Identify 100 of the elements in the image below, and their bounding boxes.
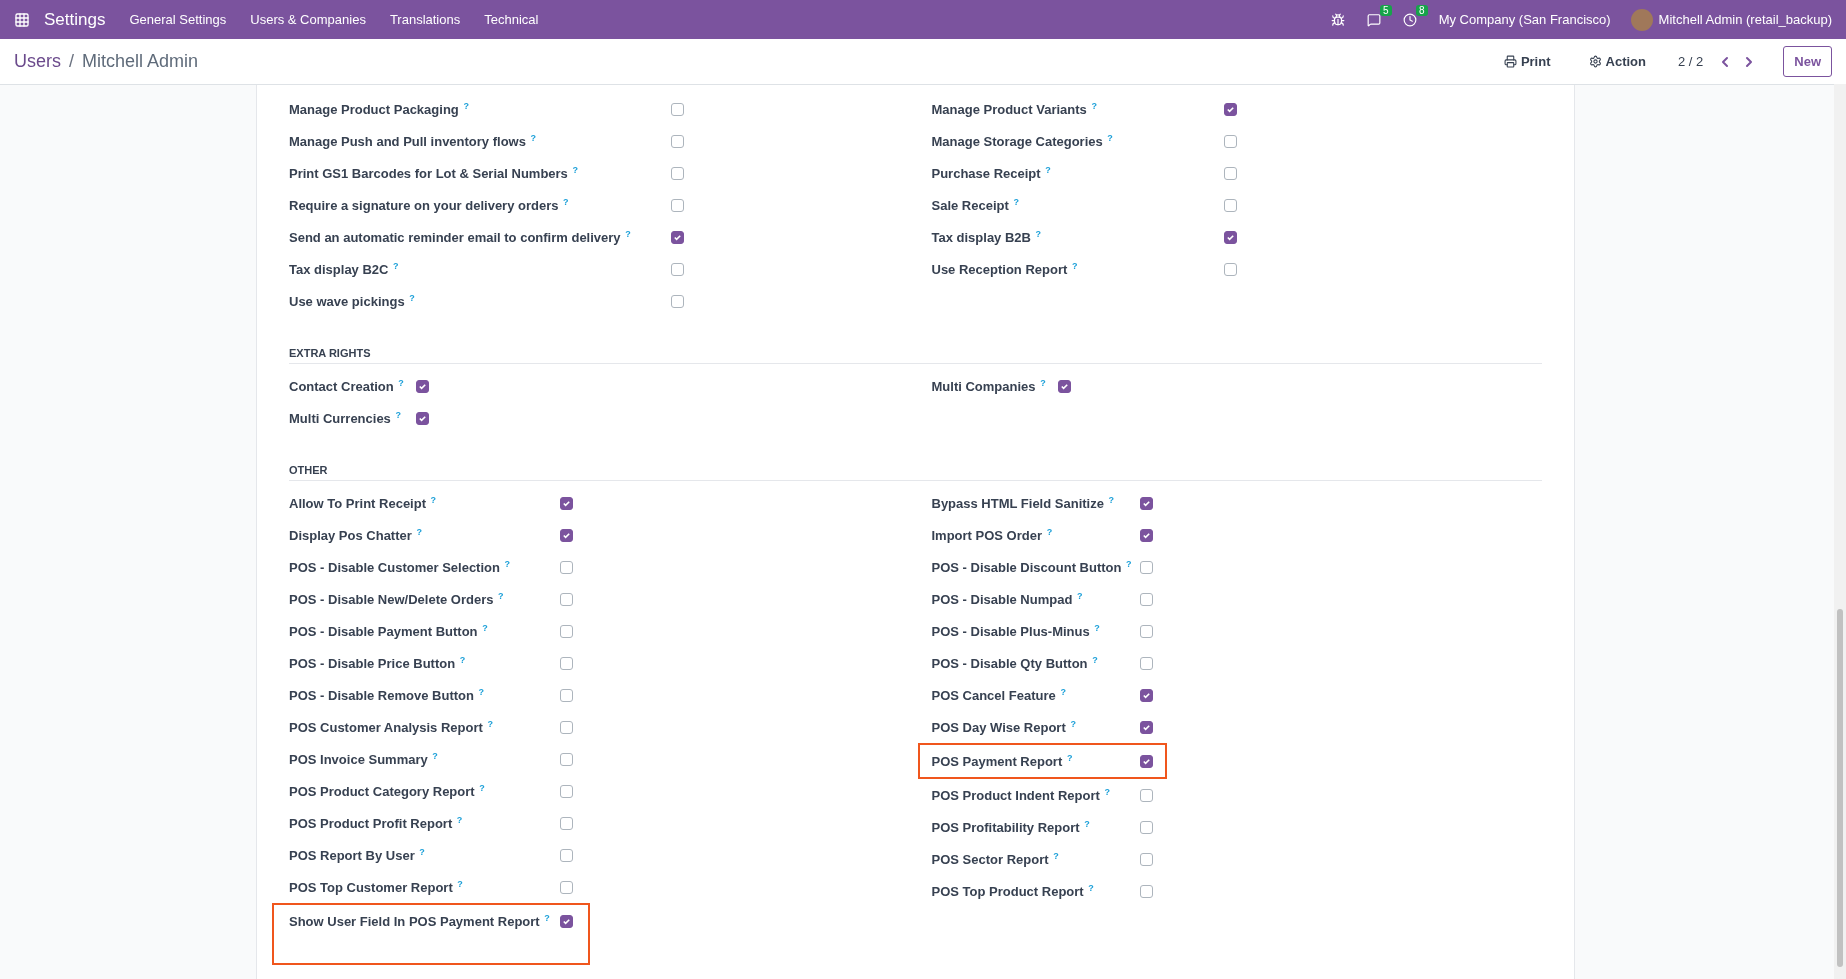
scrollbar[interactable] [1834,84,1846,979]
checkbox[interactable] [559,784,573,798]
checkbox[interactable] [1223,102,1237,116]
setting-label: POS - Disable Plus-Minus $^{?}$ [931,621,1101,642]
checkbox[interactable] [559,880,573,894]
tick-icon [561,498,571,508]
setting-label: Show User Field In POS Payment Report $^{?}$ [289,911,550,932]
checkbox[interactable] [559,560,573,574]
setting-label: POS Product Profit Report $^{?}$ [289,813,464,834]
user-menu[interactable]: Mitchell Admin (retail_backup) [1658,12,1832,27]
checkbox[interactable] [559,528,573,542]
checkbox[interactable] [415,379,429,393]
setting-label: Import POS Order $^{?}$ [931,525,1054,546]
setting-label: Tax display B2B $^{?}$ [931,227,1043,248]
menu-item[interactable]: Users & Companies [250,12,366,27]
checkbox[interactable] [1223,230,1237,244]
setting-label: POS Invoice Summary $^{?}$ [289,749,439,770]
section-heading: OTHER [289,464,1542,481]
checkbox[interactable] [1139,624,1153,638]
tick-icon [1141,530,1151,540]
checkbox[interactable] [559,688,573,702]
setting-label: Allow To Print Receipt $^{?}$ [289,493,438,514]
checkbox[interactable] [559,656,573,670]
checkbox[interactable] [1139,720,1153,734]
checkbox[interactable] [1223,166,1237,180]
pager-value[interactable]: 2 / 2 [1677,54,1704,69]
checkbox[interactable] [670,166,684,180]
checkbox[interactable] [1139,788,1153,802]
avatar[interactable] [1630,8,1653,31]
breadcrumb-link[interactable]: Users [14,51,61,72]
checkbox[interactable] [559,592,573,606]
tick-icon [1225,104,1235,114]
tick-icon [672,232,682,242]
action-button[interactable]: Action [1582,53,1652,70]
app-title[interactable]: Settings [44,9,106,30]
checkbox[interactable] [559,914,573,928]
setting-label: POS Product Indent Report $^{?}$ [931,785,1111,806]
clock-icon[interactable] [1402,12,1417,27]
setting-label: POS - Disable Remove Button $^{?}$ [289,685,486,706]
menu-item[interactable]: Translations [389,12,461,27]
checkbox[interactable] [670,198,684,212]
checkbox[interactable] [559,848,573,862]
setting-label: Manage Push and Pull inventory flows $^{?}$ [289,131,538,152]
checkbox[interactable] [415,411,429,425]
checkbox[interactable] [1223,262,1237,276]
setting-label: POS Top Customer Report $^{?}$ [289,877,464,898]
checkbox[interactable] [1139,884,1153,898]
company-switcher[interactable]: My Company (San Francisco) [1438,12,1611,27]
setting-label: Multi Currencies $^{?}$ [289,408,402,429]
checkbox[interactable] [1139,560,1153,574]
checkbox[interactable] [670,102,684,116]
checkbox[interactable] [1057,379,1071,393]
printer-icon [1503,55,1517,68]
chat-icon[interactable] [1366,12,1381,27]
checkbox[interactable] [559,720,573,734]
checkbox[interactable] [670,294,684,308]
tick-icon [417,413,427,423]
tick-icon [1141,498,1151,508]
checkbox[interactable] [670,134,684,148]
setting-label: POS - Disable Payment Button $^{?}$ [289,621,489,642]
checkbox[interactable] [1223,198,1237,212]
bug-icon[interactable] [1330,12,1345,27]
checkbox[interactable] [559,624,573,638]
tick-icon [561,530,571,540]
checkbox[interactable] [559,496,573,510]
setting-label: POS - Disable Customer Selection $^{?}$ [289,557,512,578]
setting-label: POS - Disable Numpad $^{?}$ [931,589,1084,610]
count-badge: 5 [1380,4,1392,16]
checkbox[interactable] [559,816,573,830]
tick-icon [1141,722,1151,732]
setting-label: POS Product Category Report $^{?}$ [289,781,486,802]
checkbox[interactable] [1139,496,1153,510]
setting-label: Bypass HTML Field Sanitize $^{?}$ [931,493,1116,514]
checkbox[interactable] [670,262,684,276]
setting-label: POS - Disable Price Button $^{?}$ [289,653,467,674]
new-button[interactable]: New [1783,46,1832,77]
menu-item[interactable]: Technical [484,12,539,27]
tick-icon [561,916,571,926]
checkbox[interactable] [670,230,684,244]
setting-label: POS - Disable Discount Button $^{?}$ [931,557,1132,578]
checkbox[interactable] [1139,852,1153,866]
setting-label: Require a signature on your delivery orders $^{?}$ [289,195,570,216]
tick-icon [1141,756,1151,766]
checkbox[interactable] [1223,134,1237,148]
checkbox[interactable] [1139,592,1153,606]
gear-icon [1588,55,1602,68]
checkbox[interactable] [1139,528,1153,542]
checkbox[interactable] [1139,688,1153,702]
setting-label: POS Report By User $^{?}$ [289,845,426,866]
count-badge: 8 [1416,4,1428,16]
menu-item[interactable]: General Settings [129,12,227,27]
checkbox[interactable] [1139,754,1153,768]
tick-icon [1141,690,1151,700]
print-button[interactable]: Print [1497,53,1557,70]
apps-menu-icon[interactable] [14,11,30,28]
checkbox[interactable] [1139,656,1153,670]
tick-icon [1059,381,1069,391]
checkbox[interactable] [559,752,573,766]
checkbox[interactable] [1139,820,1153,834]
setting-label: Tax display B2C $^{?}$ [289,259,400,280]
